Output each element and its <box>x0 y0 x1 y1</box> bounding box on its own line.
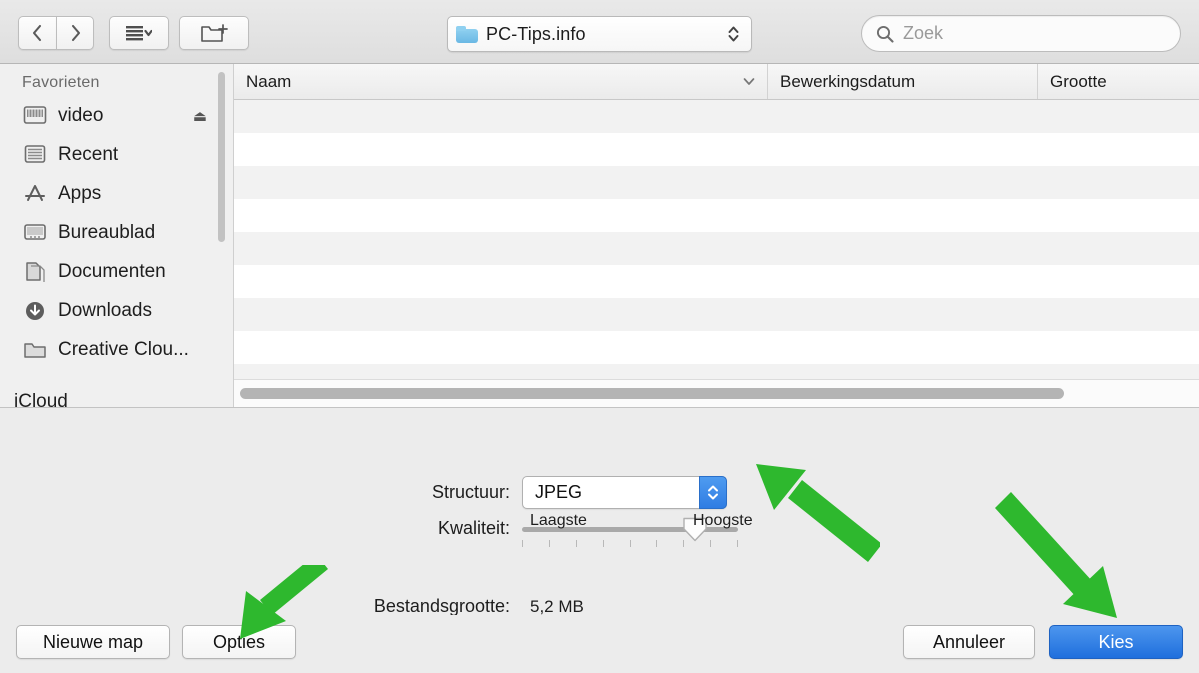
tick <box>575 539 577 547</box>
column-headers: Naam Bewerkingsdatum Grootte <box>234 64 1199 100</box>
forward-button[interactable] <box>56 16 94 50</box>
sidebar-section-title: Favorieten <box>22 74 100 91</box>
sidebar-item-downloads[interactable]: Downloads <box>0 291 233 330</box>
file-browser: Favorieten video ⏏ Recent Apps Bureaubla… <box>0 64 1199 408</box>
sidebar-item-video[interactable]: video ⏏ <box>0 96 233 135</box>
eject-icon[interactable]: ⏏ <box>193 107 207 125</box>
quality-label: Kwaliteit: <box>437 518 510 538</box>
cancel-button[interactable]: Annuleer <box>903 625 1035 659</box>
sidebar-item-documenten[interactable]: Documenten <box>0 252 233 291</box>
sidebar-item-label: Documenten <box>58 260 166 282</box>
new-folder-button[interactable]: Nieuwe map <box>16 625 170 659</box>
choose-button[interactable]: Kies <box>1049 625 1183 659</box>
filesize-row: Bestandsgrootte: 5,2 MB <box>0 596 1199 617</box>
tick <box>548 539 550 547</box>
sidebar-item-apps[interactable]: Apps <box>0 174 233 213</box>
folder-icon <box>22 340 48 360</box>
new-folder-button[interactable] <box>179 16 249 50</box>
appstore-icon <box>22 183 48 205</box>
sidebar-item-label: Apps <box>58 182 102 204</box>
format-row: Structuur: JPEG <box>0 476 1199 509</box>
column-label: Naam <box>246 71 292 91</box>
chevron-down-icon <box>743 78 755 85</box>
tick <box>522 539 523 547</box>
chevron-updown-icon[interactable] <box>699 476 727 509</box>
sidebar-item-creative-cloud[interactable]: Creative Clou... <box>0 330 233 369</box>
chevron-updown-icon <box>727 25 743 43</box>
sidebar-scrollbar[interactable] <box>218 72 225 242</box>
quality-high-label: Hoogste <box>693 512 753 529</box>
toolbar: PC-Tips.info Zoek <box>0 0 1199 64</box>
column-header-grootte[interactable]: Grootte <box>1038 64 1199 99</box>
tick <box>737 539 738 547</box>
back-button[interactable] <box>18 16 56 50</box>
sidebar-item-label: Creative Clou... <box>58 338 189 360</box>
filesize-value: 5,2 MB <box>530 596 584 616</box>
table-row[interactable] <box>234 133 1199 166</box>
search-input[interactable]: Zoek <box>861 15 1181 52</box>
sidebar-item-label: Downloads <box>58 299 152 321</box>
sidebar: Favorieten video ⏏ Recent Apps Bureaubla… <box>0 64 234 407</box>
sidebar-item-bureaublad[interactable]: Bureaublad <box>0 213 233 252</box>
format-value: JPEG <box>535 482 583 502</box>
drive-icon <box>22 105 48 126</box>
table-row[interactable] <box>234 232 1199 265</box>
save-dialog: PC-Tips.info Zoek Favorieten video ⏏ Rec… <box>0 0 1199 673</box>
recent-icon <box>22 144 48 165</box>
chevron-right-icon <box>71 24 80 42</box>
search-placeholder: Zoek <box>903 23 944 43</box>
sidebar-item-label: Bureaublad <box>58 221 156 243</box>
documents-icon <box>22 261 48 283</box>
chevron-left-icon <box>32 24 42 42</box>
table-row[interactable] <box>234 166 1199 199</box>
file-list: Naam Bewerkingsdatum Grootte <box>234 64 1199 407</box>
sidebar-section-icloud: iCloud <box>14 391 68 407</box>
table-row[interactable] <box>234 298 1199 331</box>
horizontal-scrollbar[interactable] <box>234 379 1199 407</box>
filesize-label: Bestandsgrootte: <box>373 596 510 616</box>
file-rows[interactable] <box>234 100 1199 397</box>
table-row[interactable] <box>234 100 1199 133</box>
column-label: Grootte <box>1050 71 1107 91</box>
search-icon <box>876 25 894 43</box>
sidebar-item-label: Recent <box>58 143 119 165</box>
slider-ticks <box>522 539 738 547</box>
sidebar-item-label: video <box>58 104 104 126</box>
new-folder-icon <box>201 24 228 42</box>
options-button[interactable]: Opties <box>182 625 296 659</box>
scrollbar-thumb[interactable] <box>240 388 1064 399</box>
quality-low-label: Laagste <box>530 512 587 529</box>
tick <box>656 539 658 547</box>
sidebar-item-recent[interactable]: Recent <box>0 135 233 174</box>
view-mode-button[interactable] <box>109 16 169 50</box>
tick <box>602 539 604 547</box>
dialog-footer: Nieuwe map Opties Annuleer Kies <box>0 615 1199 673</box>
tick <box>629 539 631 547</box>
table-row[interactable] <box>234 265 1199 298</box>
tick <box>710 539 712 547</box>
table-row[interactable] <box>234 331 1199 364</box>
path-popup-button[interactable]: PC-Tips.info <box>447 16 752 52</box>
column-label: Bewerkingsdatum <box>780 71 916 91</box>
blue-folder-icon <box>456 25 478 43</box>
quality-row: Kwaliteit: <box>0 517 1199 547</box>
tick <box>683 539 685 547</box>
format-popup-button[interactable]: JPEG <box>522 476 727 509</box>
desktop-icon <box>22 222 48 243</box>
downloads-icon <box>22 300 48 322</box>
column-header-naam[interactable]: Naam <box>234 64 768 99</box>
export-options-panel: Structuur: JPEG Kwaliteit: Laagste Hoogs… <box>0 408 1199 617</box>
path-popup-label: PC-Tips.info <box>486 23 586 44</box>
column-header-bewerkingsdatum[interactable]: Bewerkingsdatum <box>768 64 1038 99</box>
format-label: Structuur: <box>431 482 510 502</box>
list-view-icon <box>126 25 152 40</box>
table-row[interactable] <box>234 199 1199 232</box>
